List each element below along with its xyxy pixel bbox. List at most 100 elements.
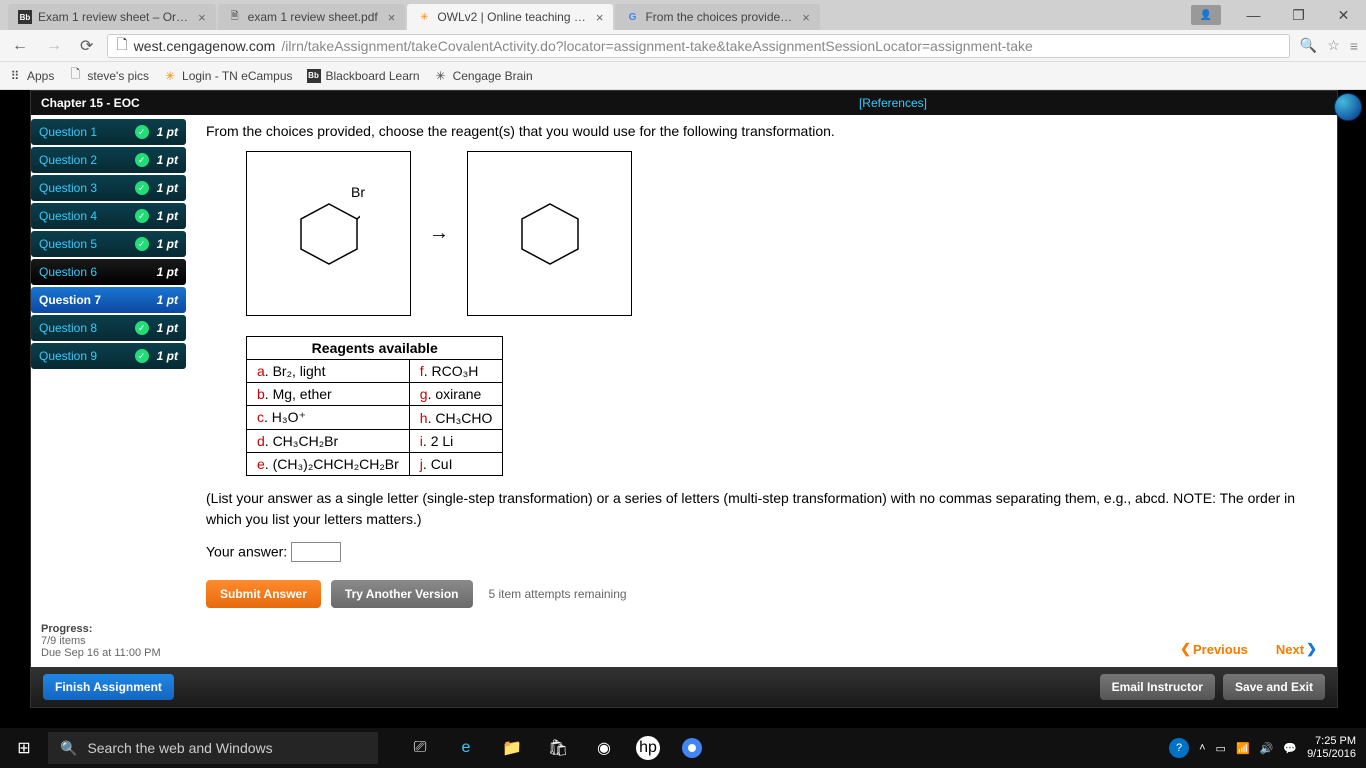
reagent-row: c. H₃O⁺h. CH₃CHO (247, 406, 503, 430)
chapter-title: Chapter 15 - EOC (41, 96, 140, 110)
google-icon: G (625, 10, 639, 24)
reagent-row: b. Mg, etherg. oxirane (247, 383, 503, 406)
menu-icon[interactable]: ≡ (1350, 38, 1358, 54)
close-icon[interactable]: × (388, 10, 396, 25)
reagent-row: e. (CH₃)₂CHCH₂CH₂Brj. CuI (247, 453, 503, 476)
wifi-icon[interactable]: 📶 (1236, 742, 1250, 755)
answer-note: (List your answer as a single letter (si… (206, 488, 1317, 530)
zoom-icon[interactable]: 🔍 (1300, 37, 1317, 54)
bookmark-tn-ecampus[interactable]: ✳Login - TN eCampus (163, 69, 293, 83)
check-icon: ✓ (135, 181, 149, 195)
chapter-bar: Chapter 15 - EOC [References] (31, 91, 1337, 115)
system-tray: ? ˄ ▭ 📶 🔊 💬 7:25 PM 9/15/2016 (1169, 735, 1366, 761)
tab-bb[interactable]: BbExam 1 review sheet – Or…× (8, 4, 216, 30)
question-nav: Question 1✓1 ptQuestion 2✓1 ptQuestion 3… (31, 115, 186, 667)
submit-answer-button[interactable]: Submit Answer (206, 580, 321, 608)
previous-button[interactable]: ❮Previous (1180, 641, 1248, 657)
reagents-header: Reagents available (247, 337, 503, 360)
help-orb-icon[interactable] (1334, 93, 1362, 121)
close-button[interactable]: ✕ (1321, 0, 1366, 30)
owl-icon: ✳ (417, 10, 431, 24)
reagent-row: d. CH₃CH₂Bri. 2 Li (247, 430, 503, 453)
address-bar: ← → ⟳ 🗋 west.cengagenow.com/ilrn/takeAss… (0, 30, 1366, 62)
question-nav-item-7[interactable]: Question 71 pt (31, 287, 186, 313)
question-nav-item-6[interactable]: Question 61 pt (31, 259, 186, 285)
obs-icon[interactable]: ◉ (582, 728, 626, 768)
login-icon: ✳ (163, 69, 177, 83)
save-and-exit-button[interactable]: Save and Exit (1223, 674, 1325, 700)
references-link[interactable]: [References] (859, 96, 927, 110)
cyclohexane-icon (519, 199, 581, 269)
answer-line: Your answer: (206, 542, 1317, 562)
chevron-up-icon[interactable]: ˄ (1199, 742, 1205, 754)
answer-label: Your answer: (206, 544, 287, 560)
help-icon[interactable]: ? (1169, 738, 1189, 758)
bookmark-blackboard[interactable]: BbBlackboard Learn (307, 69, 420, 83)
reagents-table: Reagents available a. Br₂, lightf. RCO₃H… (246, 336, 503, 476)
action-center-icon[interactable]: 💬 (1283, 742, 1297, 755)
check-icon: ✓ (135, 237, 149, 251)
windows-taskbar: ⊞ 🔍Search the web and Windows ⎚ e 📁 🛍 ◉ … (0, 728, 1366, 768)
try-another-button[interactable]: Try Another Version (331, 580, 473, 608)
window-controls: 👤 — ❐ ✕ (1191, 0, 1366, 30)
explorer-icon[interactable]: 📁 (490, 728, 534, 768)
start-button[interactable]: ⊞ (0, 728, 48, 768)
bb-icon: Bb (18, 10, 32, 24)
edge-icon[interactable]: e (444, 728, 488, 768)
molecule-product (467, 151, 632, 316)
prev-next-nav: ❮Previous Next❯ (1180, 641, 1317, 657)
star-icon[interactable]: ☆ (1327, 37, 1340, 54)
task-view-icon[interactable]: ⎚ (398, 728, 442, 768)
taskbar-clock[interactable]: 7:25 PM 9/15/2016 (1307, 735, 1356, 761)
check-icon: ✓ (135, 125, 149, 139)
question-nav-item-9[interactable]: Question 9✓1 pt (31, 343, 186, 369)
assignment-app: Chapter 15 - EOC [References] Question 1… (30, 90, 1338, 708)
close-icon[interactable]: × (198, 10, 206, 25)
url-input[interactable]: 🗋 west.cengagenow.com/ilrn/takeAssignmen… (107, 34, 1289, 58)
close-icon[interactable]: × (802, 10, 810, 25)
question-nav-item-2[interactable]: Question 2✓1 pt (31, 147, 186, 173)
tab-google[interactable]: GFrom the choices provide…× (615, 4, 819, 30)
assignment-footer: Finish Assignment Email Instructor Save … (31, 667, 1337, 707)
bookmark-steves-pics[interactable]: 🗋steve's pics (68, 69, 149, 83)
molecule-reactant: Br (246, 151, 411, 316)
reagent-row: a. Br₂, lightf. RCO₃H (247, 360, 503, 383)
check-icon: ✓ (135, 153, 149, 167)
email-instructor-button[interactable]: Email Instructor (1100, 674, 1215, 700)
check-icon: ✓ (135, 209, 149, 223)
forward-button[interactable]: → (42, 37, 66, 55)
page-icon: 🗋 (116, 34, 127, 58)
answer-input[interactable] (291, 542, 341, 562)
question-nav-item-5[interactable]: Question 5✓1 pt (31, 231, 186, 257)
cyclohexane-icon (298, 199, 360, 269)
question-nav-item-8[interactable]: Question 8✓1 pt (31, 315, 186, 341)
back-button[interactable]: ← (8, 37, 32, 55)
question-main: From the choices provided, choose the re… (186, 115, 1337, 667)
volume-icon[interactable]: 🔊 (1260, 742, 1274, 755)
finish-assignment-button[interactable]: Finish Assignment (43, 674, 174, 700)
attempts-remaining: 5 item attempts remaining (489, 587, 627, 601)
bookmark-cengage[interactable]: ✳Cengage Brain (434, 69, 533, 83)
tab-pdf[interactable]: 🗎exam 1 review sheet.pdf× (218, 4, 406, 30)
reload-button[interactable]: ⟳ (76, 36, 97, 56)
apps-icon: ⠿ (8, 69, 22, 83)
battery-icon[interactable]: ▭ (1216, 742, 1226, 755)
apps-button[interactable]: ⠿Apps (8, 69, 54, 83)
question-nav-item-1[interactable]: Question 1✓1 pt (31, 119, 186, 145)
question-nav-item-4[interactable]: Question 4✓1 pt (31, 203, 186, 229)
bookmarks-bar: ⠿Apps 🗋steve's pics ✳Login - TN eCampus … (0, 62, 1366, 90)
search-icon: 🔍 (60, 740, 77, 757)
user-badge-icon[interactable]: 👤 (1191, 5, 1221, 25)
question-nav-item-3[interactable]: Question 3✓1 pt (31, 175, 186, 201)
minimize-button[interactable]: — (1231, 0, 1276, 30)
close-icon[interactable]: × (596, 10, 604, 25)
file-icon: 🗋 (68, 69, 82, 83)
tab-owlv2[interactable]: ✳OWLv2 | Online teaching …× (407, 4, 613, 30)
taskbar-search[interactable]: 🔍Search the web and Windows (48, 732, 378, 764)
reaction-arrow-icon (429, 222, 449, 245)
hp-icon[interactable]: hp (636, 736, 660, 760)
chrome-icon[interactable] (670, 728, 714, 768)
next-button[interactable]: Next❯ (1276, 641, 1317, 657)
maximize-button[interactable]: ❐ (1276, 0, 1321, 30)
store-icon[interactable]: 🛍 (536, 728, 580, 768)
